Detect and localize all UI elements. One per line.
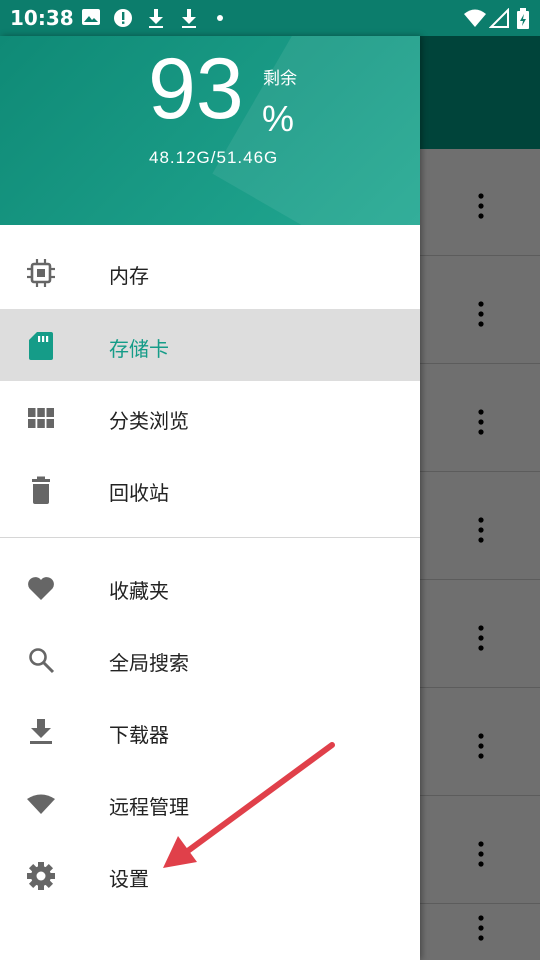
menu-item-recycle-bin[interactable]: 回收站	[0, 453, 420, 525]
background-toolbar	[420, 36, 540, 149]
battery-icon	[517, 8, 529, 29]
chip-icon	[27, 259, 55, 287]
status-time: 10:38	[10, 6, 74, 30]
download-icon	[30, 719, 52, 744]
download-icon	[149, 9, 163, 28]
heart-icon	[28, 577, 54, 600]
download-icon	[182, 9, 196, 28]
list-item	[420, 797, 540, 904]
menu-item-categories[interactable]: 分类浏览	[0, 381, 420, 453]
signal-icon	[489, 8, 509, 28]
storage-header: 93 剩余 % 48.12G/51.46G	[0, 36, 420, 225]
search-icon	[29, 648, 55, 674]
wifi-icon	[464, 9, 486, 27]
grid-icon	[28, 408, 54, 428]
storage-percent: 93	[148, 41, 244, 137]
dot-icon	[217, 15, 223, 21]
percent-sign: %	[262, 98, 295, 139]
storage-usage: 48.12G/51.46G	[149, 148, 279, 167]
menu-item-favorites[interactable]: 收藏夹	[0, 551, 420, 623]
menu-label: 收藏夹	[109, 579, 169, 603]
navigation-drawer: 93 剩余 % 48.12G/51.46G 内存 存储卡 分类浏览 回收站 收藏…	[0, 36, 420, 960]
more-vert-icon	[478, 193, 484, 219]
menu-label: 分类浏览	[109, 409, 189, 433]
more-vert-icon	[478, 409, 484, 435]
menu-item-memory[interactable]: 内存	[0, 236, 420, 308]
alert-icon	[114, 9, 132, 27]
status-bar: 10:38	[0, 0, 540, 36]
menu-label: 远程管理	[109, 795, 189, 819]
image-icon	[82, 9, 100, 25]
list-item	[420, 689, 540, 796]
menu-item-downloader[interactable]: 下载器	[0, 695, 420, 767]
menu-label: 存储卡	[109, 337, 169, 361]
list-item	[420, 365, 540, 472]
gear-icon	[27, 862, 55, 890]
more-vert-icon	[478, 625, 484, 651]
menu-item-sd-card[interactable]: 存储卡	[0, 309, 420, 381]
menu-label: 设置	[109, 867, 149, 891]
list-item	[420, 149, 540, 256]
list-item	[420, 905, 540, 960]
list-item	[420, 473, 540, 580]
menu-item-remote-management[interactable]: 远程管理	[0, 767, 420, 839]
more-vert-icon	[478, 517, 484, 543]
menu-item-global-search[interactable]: 全局搜索	[0, 623, 420, 695]
menu-label: 全局搜索	[109, 651, 189, 675]
menu-label: 下载器	[109, 723, 169, 747]
trash-icon	[32, 476, 50, 504]
background-app-content	[420, 36, 540, 960]
more-vert-icon	[478, 915, 484, 941]
menu-item-settings[interactable]: 设置	[0, 839, 420, 911]
wifi-icon	[27, 794, 55, 814]
menu-divider	[0, 537, 420, 538]
menu-label: 回收站	[109, 481, 169, 505]
more-vert-icon	[478, 733, 484, 759]
list-item	[420, 581, 540, 688]
list-item	[420, 257, 540, 364]
more-vert-icon	[478, 301, 484, 327]
sd-card-icon	[29, 332, 53, 360]
more-vert-icon	[478, 841, 484, 867]
remain-label: 剩余	[263, 69, 297, 89]
menu-label: 内存	[109, 264, 149, 288]
